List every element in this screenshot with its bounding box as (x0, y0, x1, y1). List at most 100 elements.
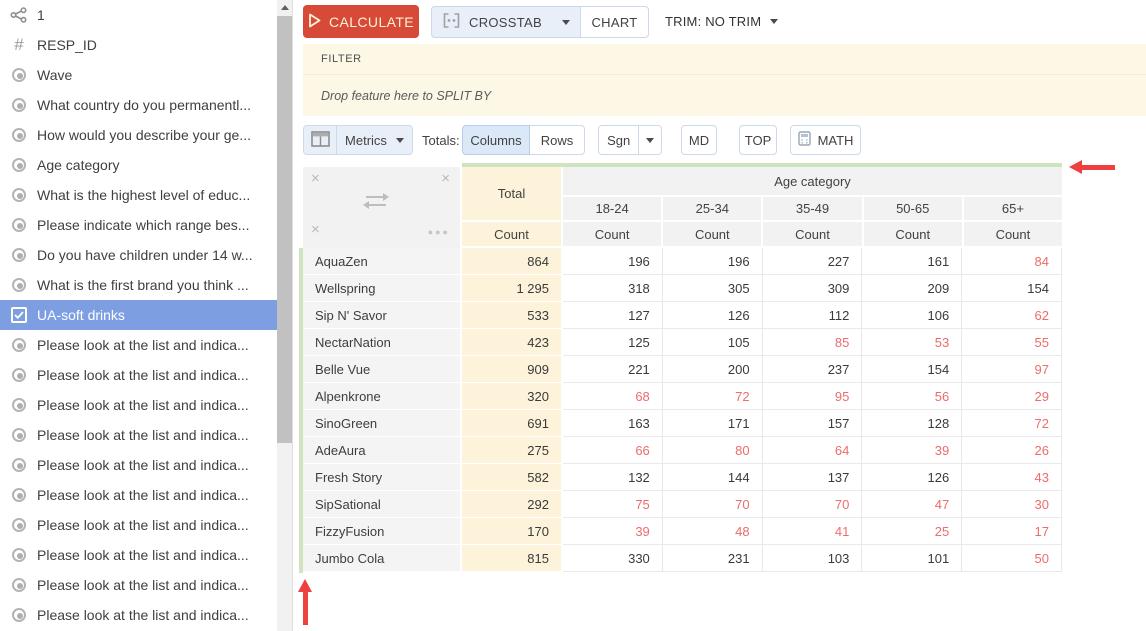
column-header[interactable]: 35-49 (763, 197, 863, 222)
metrics-dropdown[interactable]: Metrics (336, 125, 413, 155)
radio-icon (9, 95, 29, 115)
table-corner-cell: × × × ●●● (303, 167, 462, 248)
row-label[interactable]: Fresh Story (303, 464, 462, 491)
count-cell: 41 (763, 518, 863, 545)
sidebar-item-list-9[interactable]: Please look at the list and indica... (0, 570, 277, 600)
close-icon[interactable]: × (311, 171, 320, 186)
chevron-down-icon (562, 20, 570, 25)
sidebar-item-age-category[interactable]: Age category (0, 150, 277, 180)
sidebar-item-list-6[interactable]: Please look at the list and indica... (0, 480, 277, 510)
count-cell: 47 (862, 491, 962, 518)
count-cell: 227 (763, 248, 863, 275)
filter-dropzone[interactable]: FILTER (303, 44, 1146, 75)
sidebar-item-children[interactable]: Do you have children under 14 w... (0, 240, 277, 270)
sidebar-item-education[interactable]: What is the highest level of educ... (0, 180, 277, 210)
table-row: SipSational 292 75 70 70 47 30 (303, 491, 1062, 518)
count-cell: 231 (663, 545, 763, 572)
count-cell: 237 (763, 356, 863, 383)
row-label[interactable]: SipSational (303, 491, 462, 518)
total-header-label[interactable]: Total (462, 167, 561, 222)
top-button[interactable]: TOP (739, 125, 777, 155)
sidebar-item-list-2[interactable]: Please look at the list and indica... (0, 360, 277, 390)
sidebar-item-label: Please look at the list and indica... (37, 427, 249, 443)
row-label[interactable]: FizzyFusion (303, 518, 462, 545)
close-icon[interactable]: × (311, 222, 320, 237)
table-layout-icon (311, 131, 330, 150)
sidebar-item-ua-soft-drinks[interactable]: UA-soft drinks (0, 300, 277, 330)
radio-icon (9, 485, 29, 505)
rows-dropzone-highlight[interactable] (299, 248, 303, 573)
scrollbar-thumb[interactable] (277, 16, 292, 443)
sidebar-item-label: Please look at the list and indica... (37, 337, 249, 353)
table-row: FizzyFusion 170 39 48 41 25 17 (303, 518, 1062, 545)
count-cell: 50 (962, 545, 1062, 572)
total-cell: 864 (462, 248, 563, 275)
table-layout-button[interactable] (303, 125, 337, 155)
sidebar-item-list-5[interactable]: Please look at the list and indica... (0, 450, 277, 480)
row-label[interactable]: NectarNation (303, 329, 462, 356)
trim-label: TRIM: NO TRIM (665, 14, 761, 29)
count-cell: 30 (962, 491, 1062, 518)
sidebar-item-list-7[interactable]: Please look at the list and indica... (0, 510, 277, 540)
row-label[interactable]: AquaZen (303, 248, 462, 275)
totals-columns-toggle[interactable]: Columns (462, 125, 530, 155)
total-cell: 170 (462, 518, 563, 545)
chart-mode-button[interactable]: CHART (580, 6, 649, 38)
sidebar-scrollbar[interactable] (277, 0, 292, 631)
column-header[interactable]: 65+ (964, 197, 1062, 222)
total-cell: 423 (462, 329, 563, 356)
row-label[interactable]: SinoGreen (303, 410, 462, 437)
group-header-label[interactable]: Age category (563, 167, 1062, 197)
count-cell: 112 (763, 302, 863, 329)
count-cell: 56 (862, 383, 962, 410)
sidebar-item-first-brand[interactable]: What is the first brand you think ... (0, 270, 277, 300)
sidebar-item-list-3[interactable]: Please look at the list and indica... (0, 390, 277, 420)
column-header[interactable]: 25-34 (663, 197, 763, 222)
sidebar-item-list-10[interactable]: Please look at the list and indica... (0, 600, 277, 630)
metrics-toolbar: Metrics Totals: Columns Rows Sgn MD TOP … (295, 116, 1146, 164)
totals-rows-toggle[interactable]: Rows (529, 125, 585, 155)
swap-axes-icon[interactable] (359, 191, 393, 216)
sidebar-item-list-1[interactable]: Please look at the list and indica... (0, 330, 277, 360)
crosstab-mode-button[interactable]: CROSSTAB (431, 6, 581, 38)
row-label[interactable]: AdeAura (303, 437, 462, 464)
split-by-dropzone[interactable]: Drop feature here to SPLIT BY (303, 75, 1146, 116)
annotation-arrow-left (1069, 160, 1115, 174)
md-button[interactable]: MD (681, 125, 717, 155)
total-cell: 691 (462, 410, 563, 437)
count-cell: 161 (862, 248, 962, 275)
radio-icon (9, 215, 29, 235)
count-cell: 64 (763, 437, 863, 464)
count-cell: 80 (663, 437, 763, 464)
column-header[interactable]: 50-65 (864, 197, 964, 222)
radio-icon (9, 155, 29, 175)
sidebar-item-range[interactable]: Please indicate which range bes... (0, 210, 277, 240)
sidebar-item-gender[interactable]: How would you describe your ge... (0, 120, 277, 150)
significance-dropdown[interactable]: Sgn (598, 125, 662, 155)
calculate-button[interactable]: CALCULATE (303, 5, 419, 38)
row-label[interactable]: Sip N' Savor (303, 302, 462, 329)
sidebar-item-country[interactable]: What country do you permanentl... (0, 90, 277, 120)
math-button[interactable]: MATH (790, 125, 861, 155)
columns-dropzone-highlight[interactable] (462, 163, 1062, 167)
row-label[interactable]: Belle Vue (303, 356, 462, 383)
radio-icon (9, 395, 29, 415)
count-cell: 105 (663, 329, 763, 356)
sidebar-item-resp-id[interactable]: # RESP_ID (0, 30, 277, 60)
sidebar-item-list-8[interactable]: Please look at the list and indica... (0, 540, 277, 570)
sidebar-item-label: Please look at the list and indica... (37, 457, 249, 473)
sidebar-item-list-4[interactable]: Please look at the list and indica... (0, 420, 277, 450)
chevron-down-icon[interactable] (638, 126, 661, 154)
column-header[interactable]: 18-24 (563, 197, 663, 222)
count-cell: 85 (763, 329, 863, 356)
close-icon[interactable]: × (441, 171, 450, 186)
sidebar-item-label: Please look at the list and indica... (37, 517, 249, 533)
ellipsis-menu-icon[interactable]: ●●● (428, 227, 450, 237)
row-label[interactable]: Wellspring (303, 275, 462, 302)
row-label[interactable]: Jumbo Cola (303, 545, 462, 572)
trim-dropdown[interactable]: TRIM: NO TRIM (665, 14, 778, 29)
row-label[interactable]: Alpenkrone (303, 383, 462, 410)
scrollbar-up-button[interactable] (277, 0, 292, 15)
sidebar-item-hierarchy[interactable]: 1 (0, 0, 277, 30)
sidebar-item-wave[interactable]: Wave (0, 60, 277, 90)
